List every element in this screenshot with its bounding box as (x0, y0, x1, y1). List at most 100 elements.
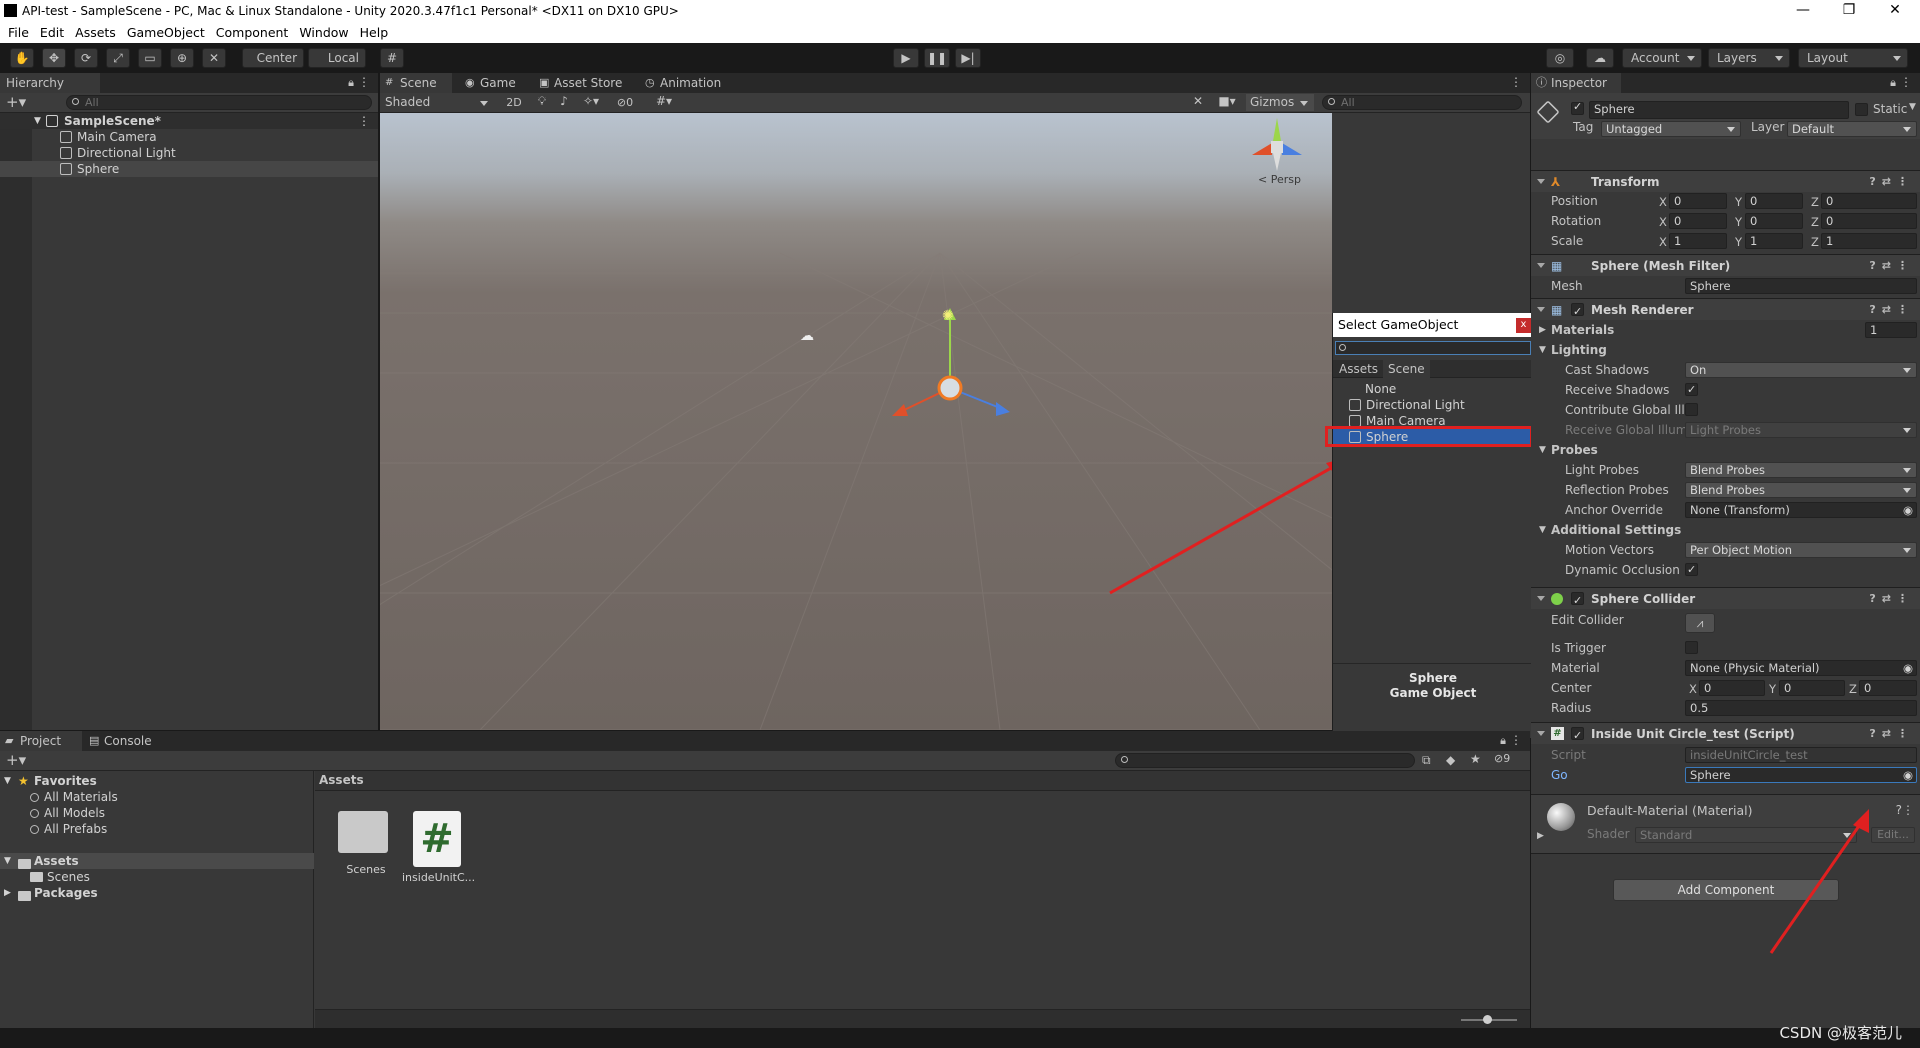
add-icon[interactable]: +▾ (6, 93, 26, 111)
static-checkbox[interactable] (1855, 103, 1868, 116)
search-by-label-icon[interactable]: ◆ (1446, 753, 1455, 767)
receive-shadows-checkbox[interactable] (1685, 381, 1698, 399)
panel-menu-icon[interactable]: ⋮ (1510, 75, 1522, 89)
pivot-center-button[interactable]: Center (242, 48, 304, 68)
expand-arrow-icon[interactable]: ▶ (1539, 321, 1546, 339)
audio-toggle-icon[interactable]: ♪ (554, 94, 574, 111)
hand-tool-icon[interactable]: ✋ (10, 48, 34, 68)
scale-x-field[interactable]: 1 (1669, 233, 1727, 249)
camera-gizmo-icon[interactable]: ☁ (800, 328, 814, 344)
center-z-field[interactable]: 0 (1859, 680, 1917, 696)
static-dropdown-icon[interactable]: ▼ (1909, 102, 1916, 112)
menu-edit[interactable]: Edit (40, 22, 64, 43)
tab-project[interactable]: ▰ Project (0, 731, 82, 751)
active-checkbox[interactable] (1571, 100, 1584, 115)
tag-dropdown[interactable]: Untagged (1601, 121, 1741, 137)
dynamic-occlusion-checkbox[interactable] (1685, 561, 1698, 579)
anchor-override-field[interactable]: None (Transform) ◉ (1685, 502, 1917, 518)
component-header-icons[interactable]: ?⇄⋮ (1869, 723, 1914, 745)
component-header-icons[interactable]: ?⇄⋮ (1869, 588, 1914, 610)
object-picker-icon[interactable]: ◉ (1903, 503, 1913, 517)
shading-mode-dropdown[interactable]: Shaded (382, 94, 494, 111)
camera-dropdown-icon[interactable]: ■▾ (1212, 94, 1242, 111)
minimize-button[interactable]: — (1780, 0, 1826, 22)
menu-help[interactable]: Help (360, 22, 389, 43)
mesh-field[interactable]: Sphere (1685, 278, 1917, 294)
scale-z-field[interactable]: 1 (1821, 233, 1917, 249)
icon-size-slider-handle[interactable] (1483, 1015, 1492, 1024)
materials-row[interactable]: ▶ Materials 1 (1531, 321, 1920, 339)
tab-animation[interactable]: ◷ Animation (640, 73, 740, 93)
collapse-arrow-icon[interactable]: ▼ (1539, 441, 1546, 459)
collapse-arrow-icon[interactable]: ▼ (4, 853, 11, 869)
pause-button[interactable]: ❚❚ (924, 48, 950, 68)
collapse-arrow-icon[interactable]: ▼ (1539, 521, 1546, 539)
tab-inspector[interactable]: ⓘ Inspector (1531, 73, 1621, 93)
close-icon[interactable]: x (1516, 318, 1531, 333)
scene-menu-icon[interactable]: ⋮ (358, 113, 370, 129)
sphere-collider-header[interactable]: Sphere Collider ?⇄⋮ (1531, 587, 1920, 612)
layers-dropdown[interactable]: Layers (1708, 48, 1790, 68)
lighting-toggle-icon[interactable]: 💡︎ (532, 94, 552, 111)
collapse-arrow-icon[interactable]: ▼ (4, 773, 11, 789)
lock-icon[interactable]: 🔒︎ (348, 76, 354, 90)
select-item-none[interactable]: None (1333, 381, 1533, 397)
radius-field[interactable]: 0.5 (1685, 700, 1917, 716)
rotate-tool-icon[interactable]: ⟳ (74, 48, 98, 68)
probes-row[interactable]: ▼ Probes (1531, 441, 1920, 459)
move-tool-icon[interactable]: ✥ (42, 48, 66, 68)
grid-toggle-icon[interactable]: #▾ (646, 94, 682, 111)
hierarchy-item-directional-light[interactable]: Directional Light (0, 145, 378, 161)
menu-file[interactable]: File (8, 22, 29, 43)
edit-collider-button[interactable]: ⩘ (1685, 613, 1715, 633)
collapse-arrow-icon[interactable] (1537, 307, 1545, 316)
light-gizmo-icon[interactable]: ✺ (942, 308, 954, 324)
layer-dropdown[interactable]: Default (1787, 121, 1917, 137)
component-header-icons[interactable]: ?⇄⋮ (1869, 255, 1914, 277)
light-probes-dropdown[interactable]: Blend Probes (1685, 462, 1917, 478)
layout-dropdown[interactable]: Layout (1798, 48, 1908, 68)
tab-hierarchy[interactable]: Hierarchy (0, 73, 100, 93)
rotation-y-field[interactable]: 0 (1745, 213, 1803, 229)
panel-menu-icon[interactable]: ⋮ (1900, 75, 1912, 89)
panel-menu-icon[interactable]: ⋮ (1510, 733, 1522, 747)
reflection-probes-dropdown[interactable]: Blend Probes (1685, 482, 1917, 498)
lighting-row[interactable]: ▼ Lighting (1531, 341, 1920, 359)
collapse-arrow-icon[interactable] (1537, 596, 1545, 605)
scale-y-field[interactable]: 1 (1745, 233, 1803, 249)
close-window-button[interactable]: ✕ (1872, 0, 1918, 22)
account-dropdown[interactable]: Account (1622, 48, 1702, 68)
menu-window[interactable]: Window (299, 22, 348, 43)
center-x-field[interactable]: 0 (1699, 680, 1765, 696)
rotation-x-field[interactable]: 0 (1669, 213, 1727, 229)
collapse-arrow-icon[interactable] (1537, 263, 1545, 272)
script-enabled-checkbox[interactable] (1571, 725, 1584, 747)
breadcrumb-assets[interactable]: Assets (319, 773, 364, 787)
packages-folder-row[interactable]: ▶ Packages (0, 885, 314, 901)
object-picker-icon[interactable]: ◉ (1903, 768, 1913, 782)
menu-assets[interactable]: Assets (75, 22, 116, 43)
play-button[interactable]: ▶ (893, 48, 919, 68)
tab-assets[interactable]: Assets (1339, 362, 1378, 376)
tab-asset-store[interactable]: ▣ Asset Store (534, 73, 634, 93)
favorite-star-icon[interactable]: ★ (1470, 752, 1481, 766)
expand-arrow-icon[interactable]: ▼ (34, 113, 41, 129)
motion-vectors-dropdown[interactable]: Per Object Motion (1685, 542, 1917, 558)
favorites-row[interactable]: ▼ ★ Favorites (0, 773, 314, 789)
is-trigger-checkbox[interactable] (1685, 641, 1698, 654)
component-header-icons[interactable]: ?⇄⋮ (1869, 299, 1914, 321)
tab-game[interactable]: ◉ Game (460, 73, 532, 93)
cast-shadows-dropdown[interactable]: On (1685, 362, 1917, 378)
scenes-folder-row[interactable]: Scenes (30, 869, 90, 885)
go-field[interactable]: Sphere ◉ (1685, 767, 1917, 783)
persp-label[interactable]: < Persp (1258, 173, 1301, 186)
position-z-field[interactable]: 0 (1821, 193, 1917, 209)
mesh-renderer-enabled-checkbox[interactable] (1571, 301, 1584, 323)
hidden-packages-toggle[interactable]: ⊘9 (1494, 752, 1510, 765)
collapse-arrow-icon[interactable] (1537, 731, 1545, 740)
favorite-all-prefabs[interactable]: All Prefabs (30, 821, 107, 837)
scale-tool-icon[interactable]: ⤢ (106, 48, 130, 68)
cloud-icon[interactable]: ☁ (1586, 48, 1614, 68)
assets-folder-row[interactable]: ▼ Assets (0, 853, 314, 869)
position-y-field[interactable]: 0 (1745, 193, 1803, 209)
